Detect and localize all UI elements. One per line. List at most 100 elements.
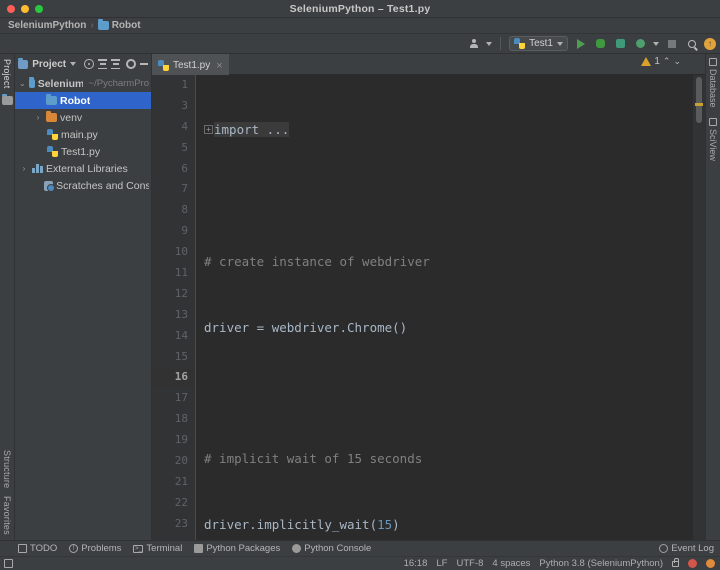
status-bar: 16:18 LF UTF-8 4 spaces Python 3.8 (Sele…	[0, 556, 720, 570]
source-code[interactable]: +import ... # create instance of webdriv…	[195, 75, 693, 540]
line-number: 19	[152, 430, 195, 451]
file-encoding[interactable]: UTF-8	[456, 558, 483, 569]
editor-scrollbar[interactable]	[693, 75, 705, 540]
profile-icon[interactable]	[633, 36, 648, 51]
sidebar-item-sciview[interactable]: SciView	[708, 118, 718, 161]
tree-item-external-libraries[interactable]: › External Libraries	[15, 160, 151, 177]
code-line-6[interactable]	[204, 384, 693, 405]
project-rail-icon	[2, 96, 13, 105]
code-text-area[interactable]: +import ... # create instance of webdriv…	[195, 75, 693, 540]
window-controls[interactable]	[7, 5, 43, 13]
stop-icon[interactable]	[664, 36, 679, 51]
tool-button-terminal[interactable]: >_ Terminal	[133, 543, 182, 554]
tool-window-bar: TODO ! Problems >_ Terminal Python Packa…	[0, 540, 720, 556]
tab-test1-py[interactable]: Test1.py ×	[152, 54, 229, 75]
previous-problem-chevron-up-icon[interactable]: ⌃	[663, 56, 671, 67]
tree-item-label: Test1.py	[61, 146, 100, 158]
tabs-empty-space	[229, 54, 705, 75]
collapse-all-icon[interactable]	[98, 59, 107, 69]
warning-badge-icon[interactable]	[706, 559, 715, 568]
sidebar-item-label: Database	[708, 69, 718, 108]
line-number: 20	[152, 451, 195, 472]
sidebar-item-favorites[interactable]: Favorites	[2, 493, 12, 538]
workspace: Project Structure Favorites Project	[0, 54, 720, 540]
close-window-icon[interactable]	[7, 5, 15, 13]
run-icon[interactable]	[573, 36, 588, 51]
tool-button-todo[interactable]: TODO	[18, 543, 57, 554]
breadcrumb-project[interactable]: SeleniumPython	[8, 20, 86, 31]
scratches-icon	[44, 181, 53, 191]
chevron-down-icon[interactable]: ⌄	[19, 79, 26, 88]
line-number: 17	[152, 388, 195, 409]
expand-fold-icon[interactable]: +	[204, 125, 213, 134]
sidebar-item-project[interactable]: Project	[2, 56, 12, 91]
flatten-packages-icon[interactable]	[111, 59, 120, 69]
locate-icon[interactable]	[84, 59, 93, 69]
tree-item-venv[interactable]: › venv	[15, 109, 151, 126]
tool-button-label: Python Packages	[206, 543, 280, 554]
line-separator[interactable]: LF	[436, 558, 447, 569]
sidebar-item-database[interactable]: Database	[708, 58, 718, 108]
scrollbar-thumb[interactable]	[696, 77, 702, 123]
code-line-3[interactable]	[204, 186, 693, 207]
code-line-5[interactable]: driver = webdriver.Chrome()	[204, 318, 693, 339]
sidebar-item-structure[interactable]: Structure	[2, 447, 12, 491]
breadcrumb-separator: ›	[90, 20, 93, 31]
breadcrumb-folder[interactable]: Robot	[98, 20, 141, 31]
warning-marker[interactable]	[695, 103, 703, 106]
left-rail-bottom-group: Structure Favorites	[2, 447, 12, 538]
database-icon	[709, 58, 717, 66]
tree-item-main-py[interactable]: main.py	[15, 126, 151, 143]
lock-icon[interactable]	[672, 561, 679, 567]
code-paren: )	[392, 517, 400, 532]
code-line-4[interactable]: # create instance of webdriver	[204, 252, 693, 273]
run-configuration-selector[interactable]: Test1	[509, 36, 568, 51]
tree-item-scratches-and-consoles[interactable]: Scratches and Consoles	[15, 177, 151, 194]
inspections-widget[interactable]: 1 ⌃ ⌄	[641, 56, 681, 67]
hide-panel-icon[interactable]	[140, 63, 148, 65]
minimize-window-icon[interactable]	[21, 5, 29, 13]
tool-button-python-packages[interactable]: Python Packages	[194, 543, 280, 554]
tool-button-label: TODO	[30, 543, 57, 554]
close-tab-icon[interactable]: ×	[216, 60, 222, 72]
line-number: 13	[152, 305, 195, 326]
code-line-8[interactable]: driver.implicitly_wait(15)	[204, 515, 693, 536]
tool-button-problems[interactable]: ! Problems	[69, 543, 121, 554]
code-editor[interactable]: 1 3 4 5 6 7 8 9 10 11 12 13 14 15 16 17	[152, 75, 705, 540]
tool-button-python-console[interactable]: Python Console	[292, 543, 371, 554]
tool-button-label: Python Console	[304, 543, 371, 554]
updates-icon[interactable]: ↑	[704, 38, 716, 50]
code-call: driver.implicitly_wait(	[204, 517, 377, 532]
line-number: 6	[152, 159, 195, 180]
profile-chevron-down-icon[interactable]	[653, 42, 659, 46]
warning-triangle-icon	[641, 57, 651, 66]
user-menu-chevron-down-icon[interactable]	[486, 42, 492, 46]
run-coverage-icon[interactable]	[613, 36, 628, 51]
chevron-right-icon[interactable]: ›	[19, 164, 29, 173]
code-line-7[interactable]: # implicit wait of 15 seconds	[204, 449, 693, 470]
debug-icon[interactable]	[593, 36, 608, 51]
folded-import[interactable]: import ...	[214, 122, 289, 137]
settings-gear-icon[interactable]	[126, 59, 136, 69]
maximize-window-icon[interactable]	[35, 5, 43, 13]
next-problem-chevron-down-icon[interactable]: ⌄	[673, 56, 681, 67]
event-log-button[interactable]: Event Log	[659, 543, 714, 554]
indent-setting[interactable]: 4 spaces	[492, 558, 530, 569]
left-rail-top-group: Project	[2, 56, 13, 105]
tree-item-robot[interactable]: Robot	[15, 92, 151, 109]
line-number: 18	[152, 409, 195, 430]
error-badge-icon[interactable]	[688, 559, 697, 568]
memory-indicator-icon[interactable]	[4, 559, 13, 568]
user-avatar-icon[interactable]	[466, 36, 481, 51]
warning-count: 1	[654, 56, 660, 67]
chevron-right-icon[interactable]: ›	[33, 113, 43, 122]
folder-orange-icon	[46, 113, 57, 122]
caret-position[interactable]: 16:18	[404, 558, 428, 569]
chevron-down-icon[interactable]	[557, 42, 563, 46]
python-interpreter[interactable]: Python 3.8 (SeleniumPython)	[539, 558, 663, 569]
project-chevron-down-icon[interactable]	[70, 62, 76, 66]
code-line-1[interactable]: +import ...	[204, 120, 693, 141]
tree-item-test1-py[interactable]: Test1.py	[15, 143, 151, 160]
tree-item-seleniumpython[interactable]: ⌄ SeleniumPython ~/PycharmPro	[15, 75, 151, 92]
search-everywhere-icon[interactable]	[684, 36, 699, 51]
